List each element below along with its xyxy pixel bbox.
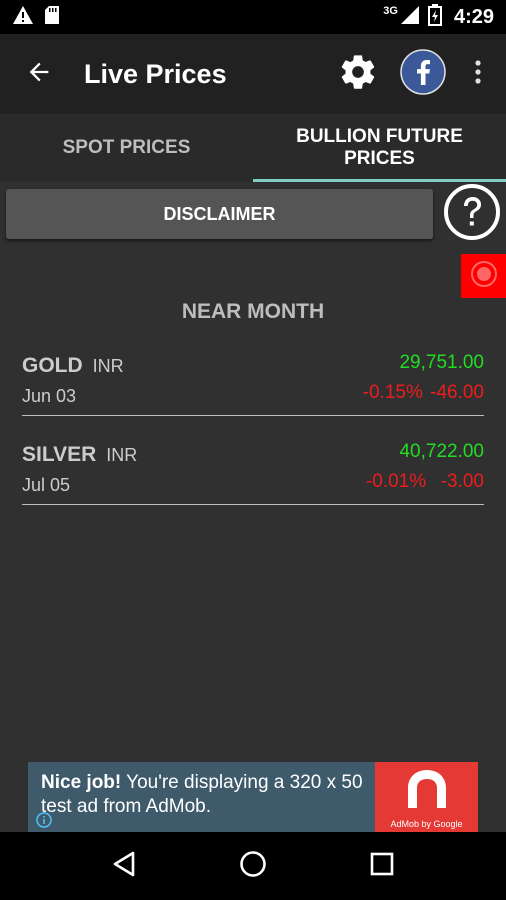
nav-back-button[interactable] — [100, 842, 148, 890]
alert-icon — [12, 5, 34, 30]
ad-text: Nice job! You're displaying a 320 x 50 t… — [28, 762, 375, 832]
list-item[interactable]: SILVER INR Jul 05 40,722.00 -0.01% -3.00 — [22, 439, 484, 505]
record-icon — [469, 259, 499, 294]
commodity-name-text: SILVER — [22, 443, 97, 466]
more-vert-icon — [474, 59, 482, 90]
tab-bullion-future-prices[interactable]: BULLION FUTURE PRICES — [253, 114, 506, 182]
sd-card-icon — [44, 5, 60, 30]
commodity-name-text: GOLD — [22, 354, 83, 377]
tab-bar: SPOT PRICES BULLION FUTURE PRICES — [0, 114, 506, 182]
back-arrow-icon — [25, 58, 53, 91]
nav-recents-icon — [370, 852, 394, 881]
facebook-button[interactable] — [400, 48, 446, 100]
help-button[interactable] — [443, 183, 501, 246]
status-bar: 3G 4:29 — [0, 0, 506, 34]
currency-label: INR — [106, 445, 138, 465]
battery-icon — [427, 3, 442, 31]
info-icon[interactable] — [36, 812, 52, 828]
ad-banner[interactable]: Nice job! You're displaying a 320 x 50 t… — [28, 762, 478, 832]
network-type: 3G — [383, 5, 398, 17]
admob-logo-icon — [404, 768, 450, 815]
currency-label: INR — [92, 356, 124, 376]
expiry-date: Jun 03 — [22, 386, 77, 406]
back-button[interactable] — [0, 34, 78, 114]
price-change: -0.15% -46.00 — [362, 382, 484, 403]
tab-spot-prices[interactable]: SPOT PRICES — [0, 114, 253, 182]
nav-back-icon — [111, 850, 137, 883]
list-item[interactable]: GOLD INR Jun 03 29,751.00 -0.15% -46.00 — [22, 350, 484, 416]
ad-text-bold: Nice job! — [41, 772, 122, 793]
disclaimer-button[interactable]: DISCLAIMER — [6, 189, 433, 239]
price-change: -0.01% -3.00 — [365, 471, 484, 492]
status-left — [12, 5, 60, 30]
commodity-name: SILVER INR — [22, 443, 137, 467]
admob-caption: AdMob by Google — [390, 819, 463, 829]
nav-recents-button[interactable] — [358, 842, 406, 890]
status-time: 4:29 — [453, 5, 494, 28]
gear-icon — [338, 52, 378, 97]
expiry-date: Jul 05 — [22, 475, 71, 495]
commodity-name: GOLD INR — [22, 354, 124, 378]
price-value: 29,751.00 — [399, 352, 484, 373]
status-right: 3G 4:29 — [383, 3, 494, 31]
tab-bullion-future-prices-label: BULLION FUTURE PRICES — [296, 126, 463, 169]
signal-icon — [400, 5, 420, 30]
help-icon — [443, 183, 501, 246]
app-bar: Live Prices — [0, 34, 506, 114]
page-title: Live Prices — [84, 58, 227, 89]
section-title: NEAR MONTH — [181, 300, 325, 323]
record-button[interactable] — [461, 254, 506, 298]
admob-logo: AdMob by Google — [375, 762, 478, 832]
price-value: 40,722.00 — [399, 441, 484, 462]
nav-home-button[interactable] — [229, 842, 277, 890]
nav-home-icon — [239, 850, 267, 883]
settings-button[interactable] — [334, 50, 382, 98]
navigation-bar — [0, 832, 506, 900]
facebook-icon — [400, 48, 446, 100]
more-options-button[interactable] — [464, 50, 492, 98]
